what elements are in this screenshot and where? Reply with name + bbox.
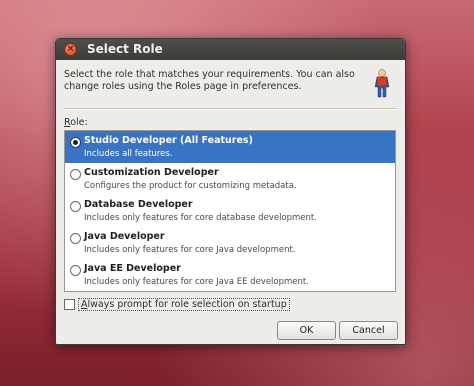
role-title: Customization Developer [84,167,219,178]
radio-button[interactable] [70,201,81,212]
role-description: Includes only features for core database… [84,213,317,223]
role-item-customization-developer[interactable]: Customization Developer Configures the p… [65,163,395,195]
prompt-on-startup-label[interactable]: Always prompt for role selection on star… [78,298,290,311]
role-title: Studio Developer (All Features) [84,135,253,146]
description-line-1: Select the role that matches your requir… [64,69,355,80]
separator [64,108,397,110]
close-icon[interactable]: × [64,43,77,56]
prompt-on-startup-checkbox[interactable] [64,299,75,310]
role-item-java-developer[interactable]: Java Developer Includes only features fo… [65,227,395,259]
role-label: Role: [64,117,88,128]
role-item-database-developer[interactable]: Database Developer Includes only feature… [65,195,395,227]
title-bar[interactable]: × Select Role [56,39,405,60]
role-list[interactable]: Studio Developer (All Features) Includes… [64,130,396,292]
dialog-title: Select Role [87,42,163,56]
cancel-button[interactable]: Cancel [339,321,398,340]
ok-button[interactable]: OK [277,321,336,340]
role-description: Configures the product for customizing m… [84,181,297,191]
role-title: Java Developer [84,231,165,242]
role-title: Database Developer [84,199,193,210]
radio-button[interactable] [70,169,81,180]
dialog-description: Select the role that matches your requir… [64,69,359,93]
role-description: Includes all features. [84,149,173,159]
role-title: Java EE Developer [84,263,181,274]
role-label-text: ole: [70,117,88,128]
radio-button[interactable] [70,233,81,244]
radio-button-selected[interactable] [70,137,81,148]
role-description: Includes only features for core Java EE … [84,277,309,287]
role-description: Includes only features for core Java dev… [84,245,296,255]
select-role-dialog: × Select Role Select the role that match… [55,38,406,345]
radio-button[interactable] [70,265,81,276]
role-item-java-ee-developer[interactable]: Java EE Developer Includes only features… [65,259,395,291]
description-line-2: change roles using the Roles page in pre… [64,81,302,92]
role-item-studio-developer[interactable]: Studio Developer (All Features) Includes… [65,131,395,163]
person-icon [374,69,390,98]
checkbox-label-text: lways prompt for role selection on start… [87,299,287,310]
